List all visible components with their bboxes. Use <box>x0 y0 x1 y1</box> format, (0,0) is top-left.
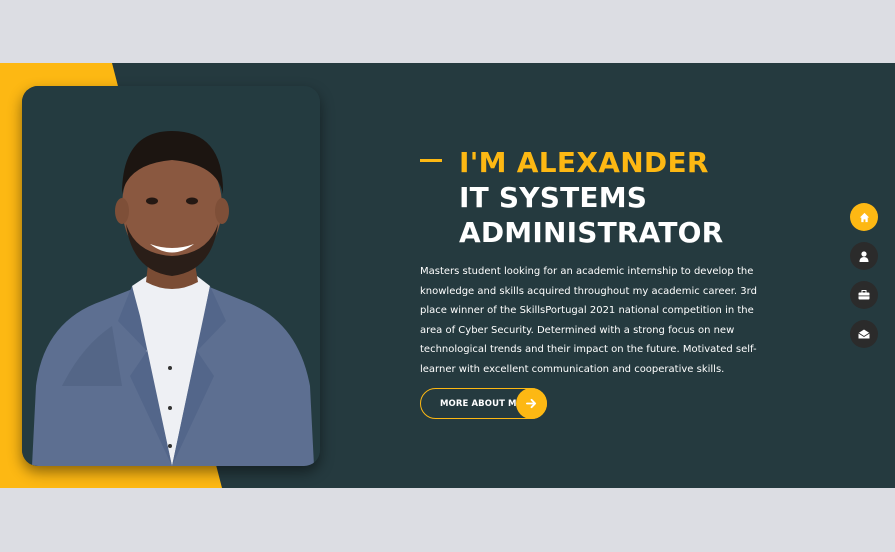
intro-content: I'M ALEXANDER IT SYSTEMS ADMINISTRATOR M… <box>420 146 765 390</box>
hero-heading: I'M ALEXANDER IT SYSTEMS ADMINISTRATOR <box>420 146 765 250</box>
hero-section: I'M ALEXANDER IT SYSTEMS ADMINISTRATOR M… <box>0 63 895 488</box>
role-title-line2: ADMINISTRATOR <box>459 216 724 249</box>
arrow-right-icon <box>516 388 547 419</box>
greeting-title: I'M ALEXANDER <box>459 146 709 179</box>
person-portrait-image <box>22 86 320 466</box>
side-nav <box>850 203 878 359</box>
profile-photo <box>22 86 320 466</box>
hero-description: Masters student looking for an academic … <box>420 266 757 375</box>
heading-dash <box>420 159 442 162</box>
envelope-icon <box>858 329 870 339</box>
nav-portfolio-button[interactable] <box>850 281 878 309</box>
role-title-line1: IT SYSTEMS <box>459 181 648 214</box>
nav-about-button[interactable] <box>850 242 878 270</box>
nav-home-button[interactable] <box>850 203 878 231</box>
more-about-me-button[interactable]: MORE ABOUT ME <box>420 388 547 419</box>
user-icon <box>859 250 869 262</box>
nav-contact-button[interactable] <box>850 320 878 348</box>
home-icon <box>859 212 869 222</box>
more-about-me-label: MORE ABOUT ME <box>440 399 523 409</box>
briefcase-icon <box>858 290 870 300</box>
